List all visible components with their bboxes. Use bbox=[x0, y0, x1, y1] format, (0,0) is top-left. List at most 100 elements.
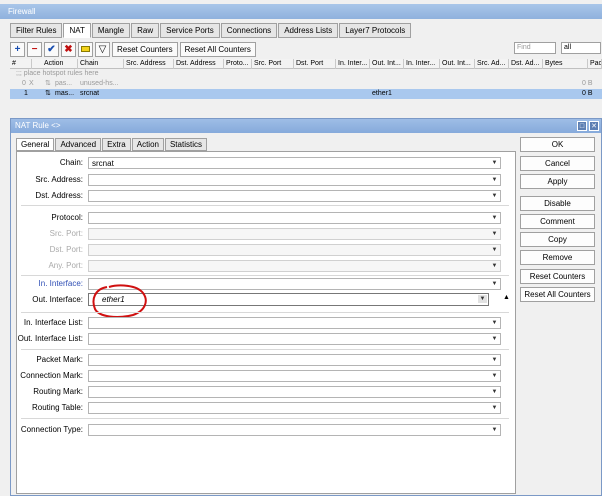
dialog-titlebar: NAT Rule <> □ ✕ bbox=[11, 119, 601, 133]
dropdown-icon[interactable]: ▼ bbox=[490, 372, 499, 380]
chain-select[interactable]: srcnat ▼ bbox=[88, 157, 501, 169]
column-header[interactable]: Dst. Ad... bbox=[509, 59, 543, 69]
main-tabs: Filter Rules NAT Mangle Raw Service Port… bbox=[10, 23, 412, 38]
row-action-icon: ⇅ bbox=[45, 80, 51, 87]
dropdown-icon[interactable]: ▼ bbox=[490, 192, 499, 200]
ok-button[interactable]: OK bbox=[520, 137, 595, 152]
table-row[interactable]: 0 X ⇅ pas... unused-hs... 0 B bbox=[10, 79, 602, 89]
separator bbox=[21, 275, 509, 276]
column-header[interactable]: In. Inter... bbox=[404, 59, 440, 69]
tab-connections[interactable]: Connections bbox=[220, 23, 278, 38]
dst-address-label: Dst. Address: bbox=[35, 191, 83, 200]
dropdown-icon[interactable]: ▼ bbox=[490, 335, 499, 343]
routing-mark-select[interactable]: ▼ bbox=[88, 386, 501, 398]
column-header[interactable]: Action bbox=[42, 59, 78, 69]
table-row-selected[interactable]: 1 ⇅ mas... srcnat ether1 0 B bbox=[10, 89, 602, 99]
row-bytes: 0 B bbox=[582, 90, 593, 97]
dst-address-select[interactable]: ▼ bbox=[88, 190, 501, 202]
filter-icon[interactable]: ▽ bbox=[95, 41, 110, 57]
tab-action[interactable]: Action bbox=[131, 138, 164, 151]
table-comment-row[interactable]: ;;; place hotspot rules here bbox=[10, 69, 602, 79]
column-header[interactable]: Dst. Port bbox=[294, 59, 336, 69]
out-interface-list-select[interactable]: ▼ bbox=[88, 333, 501, 345]
connection-type-select[interactable]: ▼ bbox=[88, 424, 501, 436]
add-icon[interactable]: + bbox=[10, 41, 25, 57]
any-port-select: ▼ bbox=[88, 260, 501, 272]
cancel-button[interactable]: Cancel bbox=[520, 156, 595, 171]
reset-all-counters-button[interactable]: Reset All Counters bbox=[179, 41, 256, 57]
dropdown-icon[interactable]: ▼ bbox=[490, 356, 499, 364]
remove-button[interactable]: Remove bbox=[520, 250, 595, 265]
tab-mangle[interactable]: Mangle bbox=[91, 23, 131, 38]
disable-x-icon[interactable]: ✖ bbox=[61, 41, 76, 57]
dropdown-icon[interactable]: ▼ bbox=[490, 214, 499, 222]
collapse-arrow-icon[interactable]: ▲ bbox=[503, 294, 510, 301]
connection-mark-select[interactable]: ▼ bbox=[88, 370, 501, 382]
column-header[interactable]: Dst. Address bbox=[174, 59, 224, 69]
dropdown-icon[interactable]: ▼ bbox=[490, 404, 499, 412]
chain-label: Chain: bbox=[59, 158, 83, 167]
src-address-select[interactable]: ▼ bbox=[88, 174, 501, 186]
packet-mark-select[interactable]: ▼ bbox=[88, 354, 501, 366]
column-header[interactable]: Proto... bbox=[224, 59, 252, 69]
row-action-icon: ⇅ bbox=[45, 90, 51, 97]
filter-select[interactable]: all bbox=[561, 42, 601, 54]
row-action: pas... bbox=[55, 80, 73, 87]
row-chain: unused-hs... bbox=[80, 80, 119, 87]
column-header[interactable]: # bbox=[10, 59, 32, 69]
dropdown-icon[interactable]: ▼ bbox=[490, 280, 499, 288]
tab-address-lists[interactable]: Address Lists bbox=[278, 23, 339, 38]
column-header[interactable]: Src. Address bbox=[124, 59, 174, 69]
column-header[interactable]: Pac bbox=[588, 59, 602, 69]
dropdown-icon[interactable]: ▼ bbox=[490, 426, 499, 434]
tab-statistics[interactable]: Statistics bbox=[164, 138, 207, 151]
apply-button[interactable]: Apply bbox=[520, 174, 595, 189]
tab-advanced[interactable]: Advanced bbox=[55, 138, 102, 151]
comment-button[interactable]: Comment bbox=[520, 214, 595, 229]
reset-counters-dialog-button[interactable]: Reset Counters bbox=[520, 269, 595, 284]
dropdown-icon[interactable]: ▼ bbox=[490, 319, 499, 327]
dropdown-icon[interactable]: ▼ bbox=[490, 388, 499, 396]
row-bytes: 0 B bbox=[582, 80, 593, 87]
general-panel: Chain: srcnat ▼ Src. Address: ▼ Dst. Add… bbox=[16, 151, 516, 494]
tab-service-ports[interactable]: Service Ports bbox=[160, 23, 220, 38]
dropdown-icon[interactable]: ▼ bbox=[490, 159, 499, 167]
tab-raw[interactable]: Raw bbox=[131, 23, 160, 38]
tab-nat[interactable]: NAT bbox=[63, 23, 91, 38]
any-port-label: Any. Port: bbox=[48, 261, 83, 270]
row-flag: X bbox=[29, 80, 34, 87]
find-input[interactable]: Find bbox=[514, 42, 556, 54]
column-header[interactable]: Bytes bbox=[543, 59, 588, 69]
remove-icon[interactable]: − bbox=[27, 41, 42, 57]
reset-all-counters-dialog-button[interactable]: Reset All Counters bbox=[520, 287, 595, 302]
close-icon[interactable]: ✕ bbox=[589, 121, 599, 131]
reset-counters-button[interactable]: Reset Counters bbox=[112, 41, 178, 57]
dropdown-icon[interactable]: ▼ bbox=[478, 295, 487, 303]
src-port-select: ▼ bbox=[88, 228, 501, 240]
tab-extra[interactable]: Extra bbox=[102, 138, 131, 151]
column-header[interactable]: Chain bbox=[78, 59, 124, 69]
in-interface-list-select[interactable]: ▼ bbox=[88, 317, 501, 329]
dropdown-icon: ▼ bbox=[491, 247, 498, 253]
disable-button[interactable]: Disable bbox=[520, 196, 595, 211]
nat-table: # Action Chain Src. Address Dst. Address… bbox=[10, 59, 602, 99]
nat-rule-dialog: NAT Rule <> □ ✕ General Advanced Extra A… bbox=[10, 118, 602, 496]
protocol-select[interactable]: ▼ bbox=[88, 212, 501, 224]
comment-icon[interactable] bbox=[78, 41, 93, 57]
column-header[interactable]: In. Inter... bbox=[336, 59, 370, 69]
column-header[interactable]: Src. Ad... bbox=[475, 59, 509, 69]
tab-general[interactable]: General bbox=[16, 138, 55, 151]
tab-filter-rules[interactable]: Filter Rules bbox=[10, 23, 63, 38]
column-header[interactable]: Out. Int... bbox=[370, 59, 404, 69]
routing-table-select[interactable]: ▼ bbox=[88, 402, 501, 414]
enable-check-icon[interactable]: ✔ bbox=[44, 41, 59, 57]
connection-mark-label: Connection Mark: bbox=[20, 371, 83, 380]
column-header[interactable]: Out. Int... bbox=[440, 59, 475, 69]
dropdown-icon[interactable]: ▼ bbox=[490, 176, 499, 184]
tab-layer7-protocols[interactable]: Layer7 Protocols bbox=[339, 23, 412, 38]
dropdown-icon: ▼ bbox=[491, 231, 498, 237]
routing-mark-label: Routing Mark: bbox=[33, 387, 83, 396]
copy-button[interactable]: Copy bbox=[520, 232, 595, 247]
maximize-icon[interactable]: □ bbox=[577, 121, 587, 131]
column-header[interactable]: Src. Port bbox=[252, 59, 294, 69]
